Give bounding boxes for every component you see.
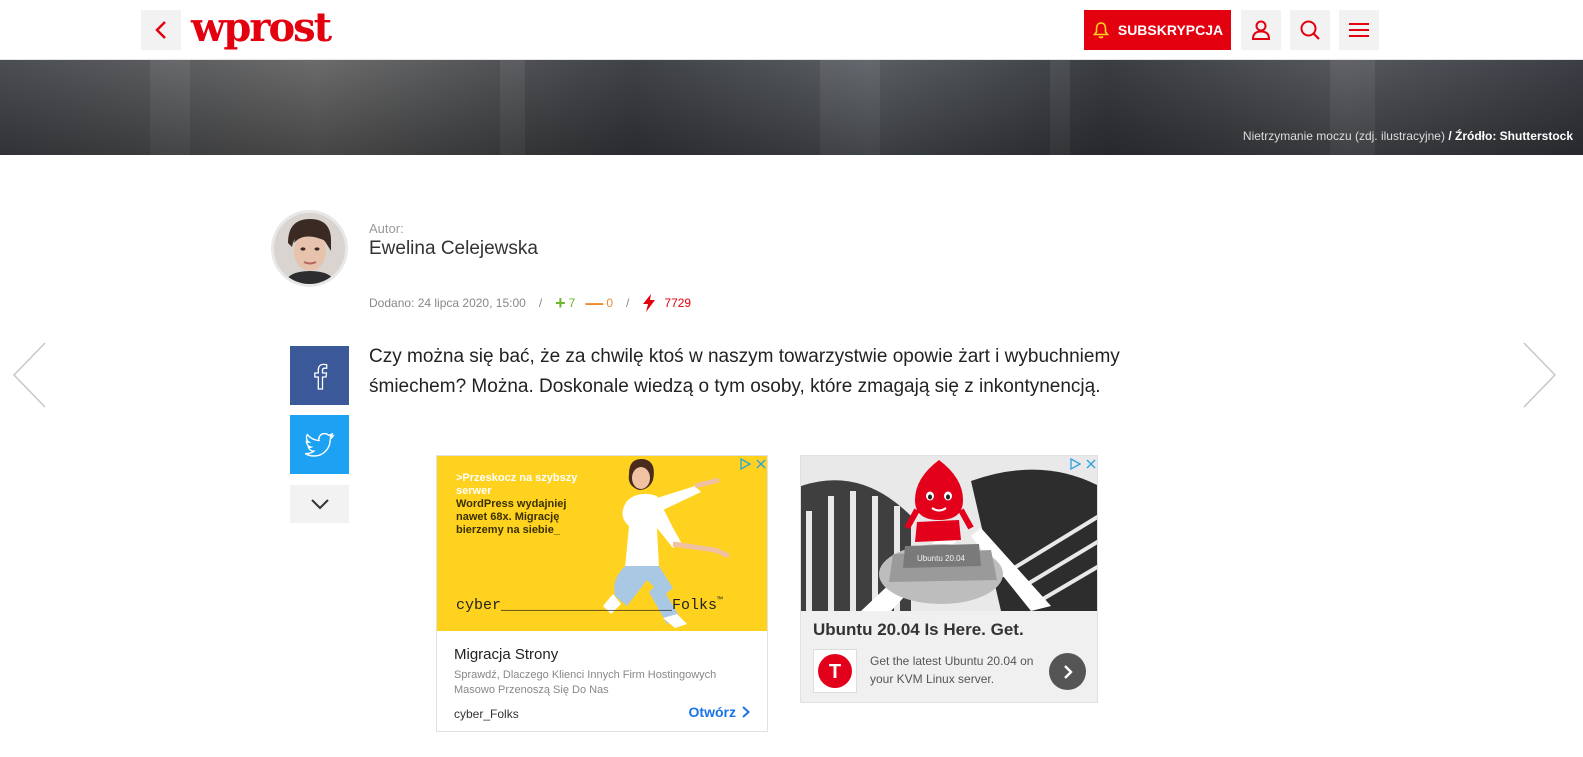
next-article-button[interactable] — [1521, 342, 1557, 408]
chevron-right-icon — [1523, 342, 1557, 408]
article-lead: Czy można się bać, że za chwilę ktoś w n… — [369, 346, 1120, 397]
menu-button[interactable] — [1339, 10, 1379, 50]
ad-advertiser: cyber_Folks — [454, 707, 519, 721]
ad-advertiser-logo: T — [813, 649, 857, 693]
downvote-count: 0 — [606, 296, 614, 310]
publish-date: Dodano: 24 lipca 2020, — [369, 296, 493, 310]
ad-promo-body: WordPress wydajniej nawet 68x. Migrację … — [456, 498, 567, 536]
site-header: wprost SUBSKRYPCJA — [0, 0, 1583, 60]
previous-article-button[interactable] — [12, 342, 48, 408]
article-meta: Dodano: 24 lipca 2020, 15:00 / + 7 — 0 /… — [369, 294, 691, 312]
view-count: 7729 — [664, 296, 692, 310]
bell-icon — [1092, 22, 1110, 39]
subscribe-label: SUBSKRYPCJA — [1117, 22, 1224, 38]
search-icon — [1300, 20, 1320, 40]
back-button[interactable] — [141, 10, 181, 50]
downvote-button[interactable]: — — [585, 294, 603, 312]
ad-description: Get the latest Ubuntu 20.04 on your KVM … — [870, 654, 1034, 686]
meta-separator: / — [626, 296, 630, 310]
meta-separator: / — [538, 296, 543, 310]
ad-choices[interactable] — [1069, 458, 1097, 470]
back-arrow-icon — [155, 21, 166, 39]
ad-box-label: Ubuntu 20.04 — [917, 554, 966, 563]
caption-text: Nietrzymanie moczu (zdj. ilustracyjne) — [1242, 129, 1445, 143]
close-icon[interactable] — [1085, 458, 1097, 470]
chevron-left-icon — [12, 342, 46, 408]
upvote-button[interactable]: + — [555, 294, 566, 312]
ad-ubuntu[interactable]: Ubuntu 20.04 Ubuntu 20.04 Is Here. Get. … — [800, 455, 1098, 703]
chevron-right-icon — [1063, 664, 1073, 679]
author-portrait — [274, 213, 345, 284]
search-button[interactable] — [1290, 10, 1330, 50]
facebook-share-button[interactable] — [290, 346, 349, 405]
more-share-button[interactable] — [290, 485, 349, 523]
author-avatar[interactable] — [271, 210, 348, 287]
author-name[interactable]: Ewelina Celejewska — [369, 238, 538, 260]
ad-image: >Przeskocz na szybszy serwer WordPress w… — [437, 456, 767, 631]
ad-promo-text: >Przeskocz na szybszy serwer WordPress w… — [456, 472, 581, 537]
user-icon — [1251, 20, 1271, 40]
ad-choices[interactable] — [739, 458, 767, 470]
subscribe-button[interactable]: SUBSKRYPCJA — [1084, 10, 1231, 50]
close-icon[interactable] — [755, 458, 767, 470]
ad-brand-wordmark: cyber___________________Folks™ — [456, 596, 722, 614]
ad-choices-icon — [1070, 458, 1081, 470]
ad-image: Ubuntu 20.04 — [801, 456, 1097, 611]
lightning-icon — [643, 294, 656, 312]
twitter-share-button[interactable] — [290, 415, 349, 474]
facebook-icon — [313, 363, 327, 390]
author-label: Autor: — [369, 221, 404, 236]
upvote-count: 7 — [568, 296, 576, 310]
ad-open-label: Otwórz — [688, 704, 736, 720]
ad-illustration: Ubuntu 20.04 — [801, 456, 1097, 611]
advertiser-logo-icon: T — [818, 654, 852, 688]
ad-brand-trademark: ™ — [717, 596, 723, 606]
ad-description: Sprawdź, Dlaczego Klienci Innych Firm Ho… — [454, 669, 717, 696]
ad-logo-letter: T — [829, 661, 841, 683]
ad-brand-text: cyber___________________Folks — [456, 597, 718, 614]
ad-promo-highlight: >Przeskocz na szybszy serwer — [456, 472, 578, 497]
chevron-down-icon — [310, 499, 329, 510]
image-caption: Nietrzymanie moczu (zdj. ilustracyjne) /… — [1243, 129, 1573, 143]
caption-source: / Źródło: Shutterstock — [1448, 129, 1573, 143]
hero-image: Nietrzymanie moczu (zdj. ilustracyjne) /… — [0, 60, 1583, 155]
publish-time: 15:00 — [495, 296, 526, 310]
ad-title[interactable]: Ubuntu 20.04 Is Here. Get. — [813, 620, 1024, 640]
site-logo[interactable]: wprost — [191, 4, 332, 52]
ad-cyberfolks[interactable]: >Przeskocz na szybszy serwer WordPress w… — [436, 455, 768, 732]
chevron-right-icon — [742, 706, 750, 718]
ad-title[interactable]: Migracja Strony — [454, 646, 558, 663]
ad-choices-icon — [740, 458, 751, 470]
menu-icon — [1349, 23, 1369, 37]
user-button[interactable] — [1241, 10, 1281, 50]
twitter-icon — [304, 432, 335, 457]
ad-open-button[interactable]: Otwórz — [689, 704, 750, 720]
ad-next-button[interactable] — [1049, 653, 1086, 690]
